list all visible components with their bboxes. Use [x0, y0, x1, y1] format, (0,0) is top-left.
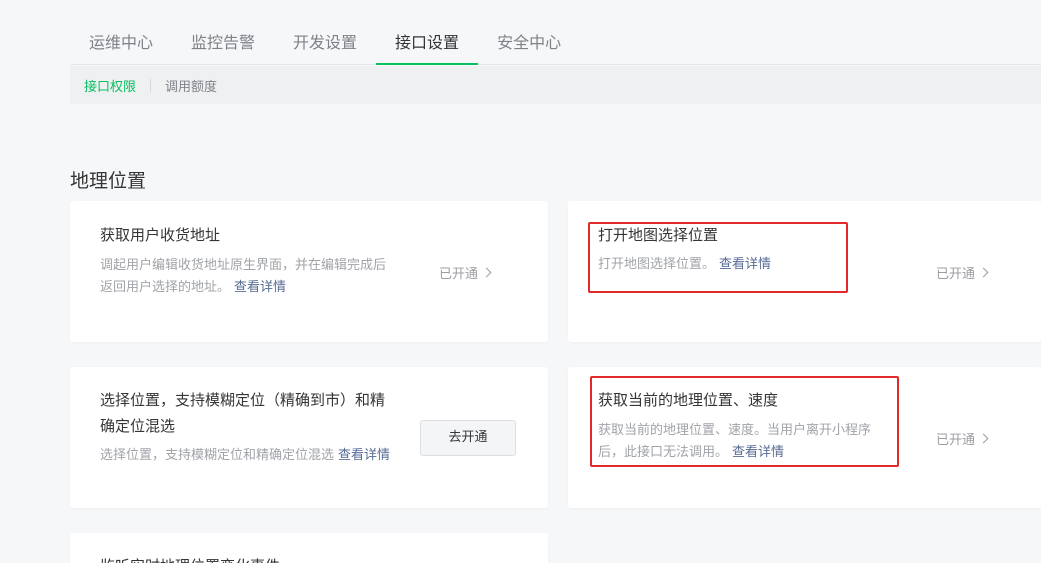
- card-desc: 打开地图选择位置。 查看详情: [598, 257, 772, 272]
- card-title: 获取用户收货地址: [100, 226, 221, 244]
- status-enabled[interactable]: 已开通: [936, 263, 989, 282]
- status-enabled[interactable]: 已开通: [439, 263, 492, 282]
- chevron-right-icon: [978, 433, 989, 444]
- card-desc: 调起用户编辑收货地址原生界面，并在编辑完成后返回用户选择的地址。 查看详情: [100, 258, 387, 295]
- view-details-link[interactable]: 查看详情: [732, 445, 784, 460]
- card-open-map-choose-location: 打开地图选择位置 打开地图选择位置。 查看详情 已开通: [568, 201, 1041, 342]
- card-title: 监听实时地理位置变化事件: [100, 553, 280, 563]
- view-details-link[interactable]: 查看详情: [338, 448, 390, 463]
- card-title: 获取当前的地理位置、速度: [598, 391, 779, 409]
- status-enabled[interactable]: 已开通: [936, 429, 989, 448]
- card-title: 选择位置，支持模糊定位（精确到市）和精确定位混选: [100, 391, 386, 435]
- card-location-change-event: 监听实时地理位置变化事件: [70, 533, 548, 563]
- main-tabs: 运维中心 监控告警 开发设置 接口设置 安全中心: [70, 24, 1041, 65]
- sub-tabs: 接口权限 调用额度: [70, 66, 1041, 104]
- tab-interface-settings[interactable]: 接口设置: [376, 24, 479, 65]
- card-choose-location-fuzzy: 选择位置，支持模糊定位（精确到市）和精确定位混选 选择位置，支持模糊定位和精确定…: [70, 367, 548, 508]
- tab-monitoring-alerts[interactable]: 监控告警: [172, 24, 274, 65]
- card-desc: 获取当前的地理位置、速度。当用户离开小程序后，此接口无法调用。 查看详情: [598, 423, 872, 460]
- enable-button[interactable]: 去开通: [420, 420, 516, 456]
- chevron-right-icon: [481, 267, 492, 278]
- card-get-shipping-address: 获取用户收货地址 调起用户编辑收货地址原生界面，并在编辑完成后返回用户选择的地址…: [70, 201, 548, 342]
- subtab-interface-permissions[interactable]: 接口权限: [70, 76, 150, 95]
- interface-settings-page: 运维中心 监控告警 开发设置 接口设置 安全中心 接口权限 调用额度 地理位置 …: [0, 0, 1041, 563]
- view-details-link[interactable]: 查看详情: [234, 280, 286, 295]
- tab-ops-center[interactable]: 运维中心: [70, 24, 172, 65]
- card-desc: 选择位置，支持模糊定位和精确定位混选 查看详情: [100, 448, 391, 463]
- chevron-right-icon: [978, 267, 989, 278]
- card-title: 打开地图选择位置: [598, 226, 719, 244]
- tab-dev-settings[interactable]: 开发设置: [274, 24, 376, 65]
- section-title: 地理位置: [70, 170, 147, 192]
- subtab-call-quota[interactable]: 调用额度: [151, 76, 231, 95]
- tab-security-center[interactable]: 安全中心: [478, 24, 580, 65]
- card-get-location-speed: 获取当前的地理位置、速度 获取当前的地理位置、速度。当用户离开小程序后，此接口无…: [568, 367, 1041, 508]
- view-details-link[interactable]: 查看详情: [719, 257, 771, 272]
